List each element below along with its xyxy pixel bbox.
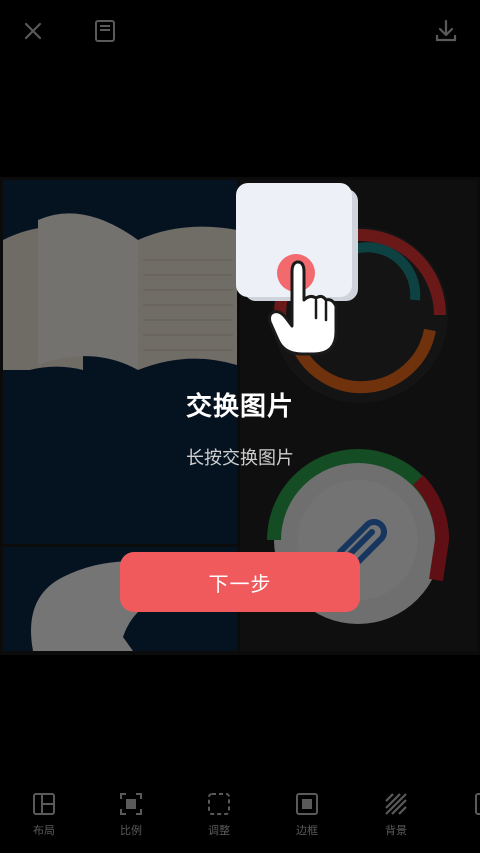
border-icon [295, 792, 319, 816]
layout-icon [32, 792, 56, 816]
download-icon[interactable] [432, 17, 460, 45]
tool-layout[interactable]: 布局 [14, 792, 74, 848]
tool-adjust[interactable]: 调整 [189, 792, 249, 848]
tool-border-label: 边框 [296, 824, 318, 837]
tool-background[interactable]: 背景 [366, 792, 426, 848]
guide-title: 交换图片 [185, 392, 294, 422]
tool-ratio-label: 比例 [120, 824, 142, 837]
tool-more[interactable]: 图 [456, 792, 480, 848]
next-step-button[interactable]: 下一步 [120, 552, 360, 612]
background-icon [384, 792, 408, 816]
guide-subtitle: 长按交换图片 [186, 448, 294, 469]
top-bar [0, 0, 480, 62]
bottom-toolbar: 布局 比例 调整 边框 背景 图 [0, 780, 480, 853]
more-icon [474, 792, 480, 816]
tool-adjust-label: 调整 [208, 824, 230, 837]
book-icon[interactable] [91, 17, 119, 45]
tool-layout-label: 布局 [33, 824, 55, 837]
tool-ratio[interactable]: 比例 [101, 792, 161, 848]
adjust-icon [207, 792, 231, 816]
tool-border[interactable]: 边框 [277, 792, 337, 848]
ratio-icon [119, 792, 143, 816]
close-icon[interactable] [19, 17, 47, 45]
tool-background-label: 背景 [385, 824, 407, 837]
press-hand-icon [266, 248, 346, 358]
